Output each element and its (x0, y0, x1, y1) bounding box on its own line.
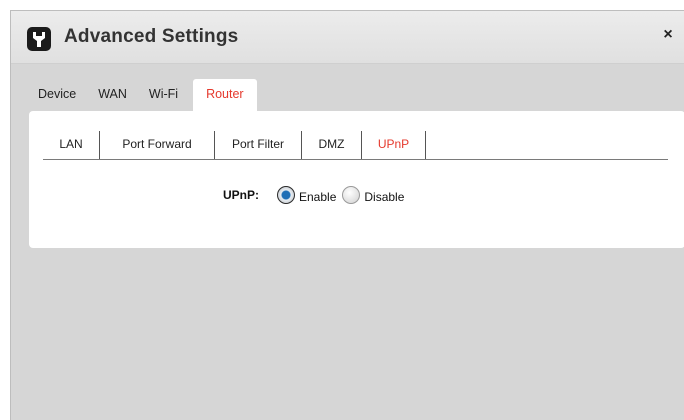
subtab-dmz[interactable]: DMZ (302, 131, 362, 159)
upnp-disable-radio[interactable] (342, 186, 361, 204)
advanced-settings-dialog: Advanced Settings × Device WAN Wi-Fi Rou… (10, 10, 684, 420)
tab-router[interactable]: Router (193, 79, 257, 111)
tab-wifi[interactable]: Wi-Fi (138, 79, 189, 111)
close-button[interactable]: × (660, 27, 676, 43)
upnp-setting-row: UPnP: Enable Disable (223, 183, 410, 207)
upnp-label: UPnP: (223, 188, 259, 202)
dialog-title: Advanced Settings (64, 26, 239, 47)
upnp-enable-label[interactable]: Enable (299, 190, 336, 204)
subtab-port-forward[interactable]: Port Forward (100, 131, 215, 159)
tab-device[interactable]: Device (27, 79, 87, 111)
dialog-titlebar: Advanced Settings × (11, 11, 684, 64)
wrench-icon (27, 27, 51, 51)
upnp-enable-radio[interactable] (277, 186, 295, 204)
upnp-disable-label[interactable]: Disable (364, 190, 404, 204)
router-panel: LAN Port Forward Port Filter DMZ UPnP UP… (29, 111, 684, 248)
subtab-port-filter[interactable]: Port Filter (215, 131, 302, 159)
sub-tab-bar: LAN Port Forward Port Filter DMZ UPnP (43, 131, 668, 160)
tab-wan[interactable]: WAN (87, 79, 138, 111)
main-tab-bar: Device WAN Wi-Fi Router (27, 79, 257, 111)
subtab-upnp[interactable]: UPnP (362, 131, 426, 159)
subtab-lan[interactable]: LAN (43, 131, 100, 159)
